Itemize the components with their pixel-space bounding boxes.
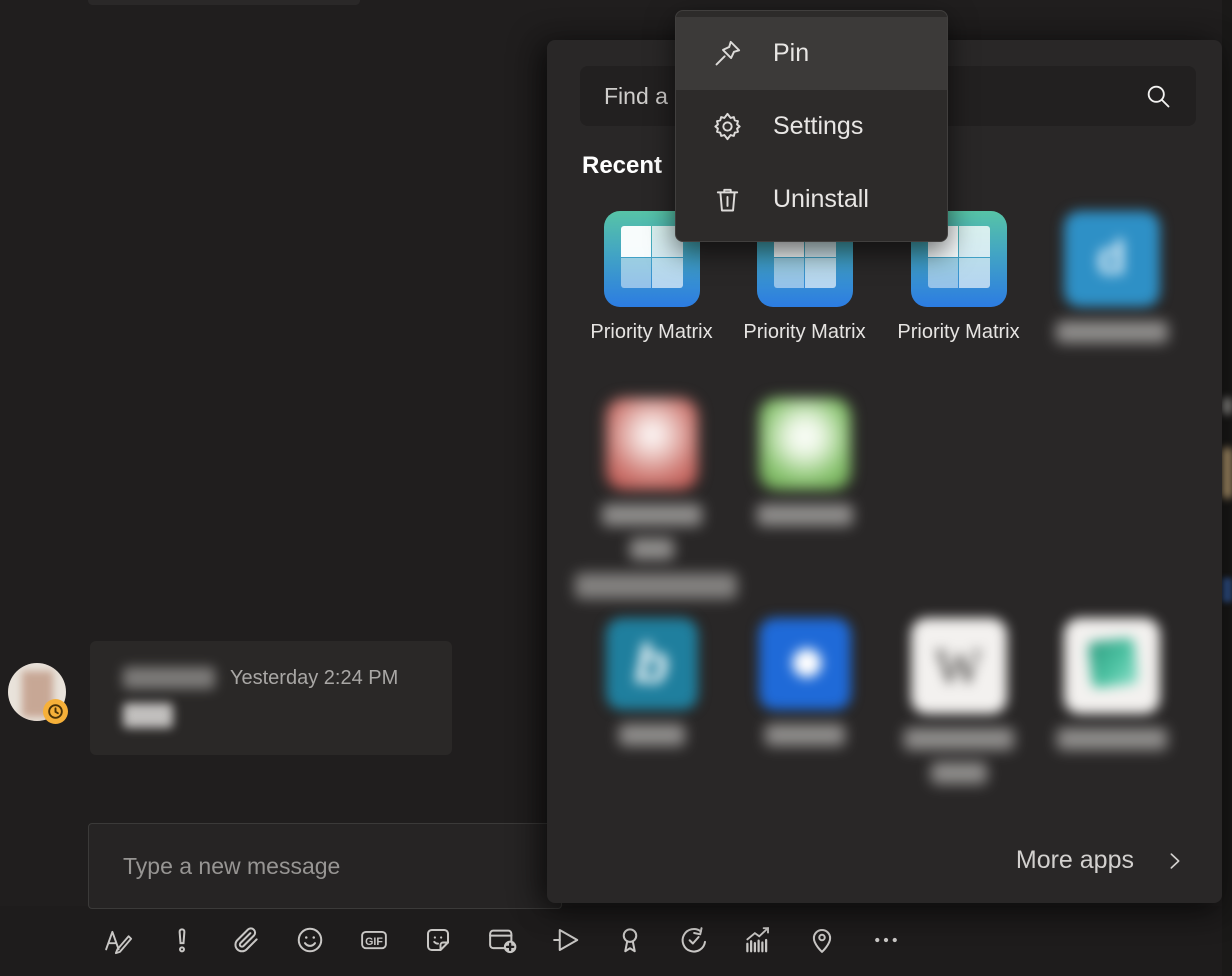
menu-item-settings[interactable]: Settings <box>676 90 947 163</box>
attach-icon[interactable] <box>231 925 261 955</box>
app-label-blurred <box>619 724 685 746</box>
sender-name-blurred <box>123 667 215 689</box>
menu-item-uninstall[interactable]: Uninstall <box>676 163 947 236</box>
chevron-right-icon <box>1164 850 1186 872</box>
app-label: Priority Matrix <box>728 319 881 346</box>
message-input[interactable]: Type a new message <box>88 823 562 909</box>
status-away-badge <box>43 699 68 724</box>
menu-item-label: Pin <box>773 39 809 68</box>
search-icon[interactable] <box>1144 82 1172 110</box>
gear-icon <box>712 111 743 142</box>
message-input-placeholder: Type a new message <box>89 853 340 880</box>
menu-item-pin[interactable]: Pin <box>676 17 947 90</box>
trash-icon <box>712 184 743 215</box>
app-label-blurred <box>630 538 674 560</box>
menu-item-label: Settings <box>773 112 863 141</box>
more-options-icon[interactable] <box>871 925 901 955</box>
gif-icon[interactable]: GIF <box>359 925 389 955</box>
app-tile-blurred[interactable] <box>1035 618 1188 750</box>
blurred-red-app-icon <box>606 398 698 490</box>
chat-message[interactable]: Yesterday 2:24 PM <box>90 641 452 755</box>
app-tile-blurred[interactable]: W <box>882 618 1035 784</box>
message-timestamp: Yesterday 2:24 PM <box>230 667 398 690</box>
app-tile-blurred[interactable] <box>575 398 728 560</box>
app-label-blurred <box>602 504 702 526</box>
app-tile-blurred[interactable]: b <box>575 618 728 746</box>
format-icon[interactable] <box>103 925 133 955</box>
importance-icon[interactable] <box>167 925 197 955</box>
app-tile-blurred[interactable] <box>728 618 881 746</box>
app-label: Priority Matrix <box>882 319 1035 346</box>
more-apps-label: More apps <box>1016 846 1134 875</box>
app-tile-blurred[interactable] <box>728 398 881 526</box>
stream-icon[interactable] <box>551 925 581 955</box>
blurred-blue-app-icon: d <box>1064 211 1160 307</box>
location-icon[interactable] <box>807 925 837 955</box>
message-text-blurred <box>123 703 173 728</box>
recent-heading: Recent <box>582 152 662 180</box>
chart-icon[interactable] <box>743 925 773 955</box>
praise-icon[interactable] <box>615 925 645 955</box>
clock-icon <box>46 702 65 721</box>
app-label-blurred <box>765 724 845 746</box>
previous-message-sliver <box>88 0 360 5</box>
app-label-blurred <box>757 504 853 526</box>
blurred-weather-app-icon <box>759 618 851 710</box>
app-label-blurred <box>1056 321 1168 343</box>
emoji-icon[interactable] <box>295 925 325 955</box>
blurred-boards-app-icon <box>1064 618 1160 714</box>
teams-window: Yesterday 2:24 PM Type a new message <box>0 0 1232 976</box>
app-tile-blurred[interactable]: d <box>1035 211 1188 343</box>
app-label: Priority Matrix <box>575 319 728 346</box>
blurred-wikipedia-app-icon: W <box>911 618 1007 714</box>
blurred-green-app-icon <box>759 398 851 490</box>
blurred-bing-app-icon: b <box>606 618 698 710</box>
pin-icon <box>712 38 743 69</box>
compose-toolbar: GIF <box>103 925 901 955</box>
gif-label: GIF <box>365 936 383 948</box>
background-content-strip <box>1222 0 1232 976</box>
suggestions-heading-blurred <box>575 573 737 599</box>
meeting-card-icon[interactable] <box>487 925 517 955</box>
sticker-icon[interactable] <box>423 925 453 955</box>
app-label-blurred <box>1057 728 1167 750</box>
app-context-menu: Pin Settings Uninstall <box>675 10 948 242</box>
menu-item-label: Uninstall <box>773 185 869 214</box>
app-label-blurred <box>931 762 987 784</box>
more-apps-button[interactable]: More apps <box>1016 846 1186 875</box>
approvals-icon[interactable] <box>679 925 709 955</box>
app-label-blurred <box>904 728 1014 750</box>
